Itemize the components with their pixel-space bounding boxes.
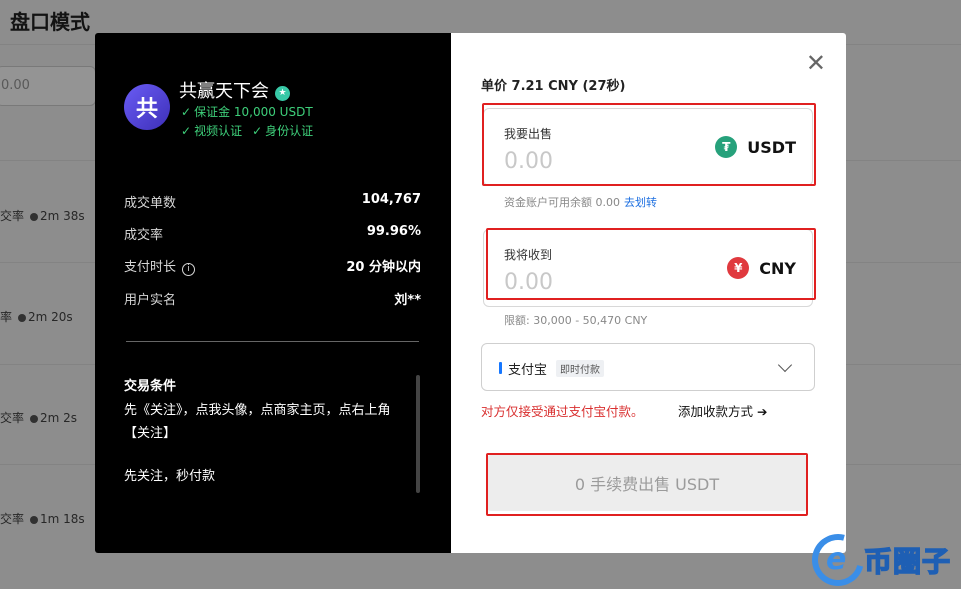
avatar[interactable]: 共 — [124, 84, 170, 130]
payment-warning: 对方仅接受通过支付宝付款。 — [481, 404, 644, 419]
sell-button[interactable]: 0 手续费出售 USDT — [487, 455, 807, 511]
add-payment-method-link[interactable]: 添加收款方式 ➔ — [678, 401, 767, 420]
scrollbar[interactable] — [416, 375, 420, 493]
currency-usdt: ₮ USDT — [715, 136, 796, 158]
receive-amount-field[interactable]: 我将收到 0.00 ¥ CNY — [483, 229, 813, 307]
payment-method-select[interactable]: 支付宝 即时付款 — [481, 343, 815, 391]
check-icon: ✓ — [252, 124, 263, 138]
currency-cny: ¥ CNY — [727, 257, 796, 279]
balance-note: 资金账户可用余额 0.00 去划转 — [504, 196, 657, 209]
sell-amount-input[interactable]: 0.00 — [504, 149, 553, 174]
stat-real-name: 用户实名 刘** — [124, 293, 421, 308]
watermark-logo: e 币圈子 — [802, 524, 961, 589]
transfer-link[interactable]: 去划转 — [624, 196, 657, 209]
verification-badges: ✓ 视频认证 ✓ 身份认证 — [181, 124, 314, 138]
yuan-icon: ¥ — [727, 257, 750, 279]
instant-pay-tag: 即时付款 — [556, 360, 604, 377]
close-icon[interactable]: ✕ — [806, 51, 826, 75]
limit-note: 限额: 30,000 - 50,470 CNY — [504, 314, 648, 327]
unit-price: 单价 7.21 CNY (27秒) — [481, 79, 626, 94]
stat-orders: 成交单数 104,767 — [124, 192, 421, 211]
logo-letter-icon: e — [826, 542, 847, 577]
info-icon[interactable]: i — [182, 263, 196, 276]
check-icon: ✓ — [181, 105, 192, 119]
tether-icon: ₮ — [715, 136, 738, 158]
sell-modal: 共 共赢天下会 ★ ✓ 保证金 10,000 USDT ✓ 视频认证 ✓ 身份认证 成交单… — [95, 33, 846, 553]
terms-text-secondary: 先关注，秒付款 — [124, 469, 216, 484]
merchant-name[interactable]: 共赢天下会 ★ — [179, 77, 290, 103]
check-icon: ✓ — [181, 124, 192, 138]
merchant-panel: 共 共赢天下会 ★ ✓ 保证金 10,000 USDT ✓ 视频认证 ✓ 身份认证 成交单… — [95, 33, 451, 553]
order-panel: ✕ 单价 7.21 CNY (27秒) 我要出售 0.00 ₮ USDT 资金账户… — [451, 33, 846, 553]
receive-amount-input[interactable]: 0.00 — [504, 270, 553, 295]
stat-payment-time: 支付时长 i 20 分钟以内 — [124, 260, 421, 276]
divider — [126, 341, 419, 342]
terms-text: 先《关注》，点我头像，点商家主页，点右上角【关注】 — [124, 403, 391, 441]
deposit-badge: ✓ 保证金 10,000 USDT — [181, 105, 313, 119]
stat-completion-rate: 成交率 99.96% — [124, 224, 421, 243]
sell-amount-field[interactable]: 我要出售 0.00 ₮ USDT — [483, 108, 813, 186]
verified-badge-icon: ★ — [275, 86, 290, 101]
chevron-down-icon — [777, 357, 793, 373]
terms-title: 交易条件 — [124, 379, 177, 394]
alipay-marker — [499, 362, 502, 374]
